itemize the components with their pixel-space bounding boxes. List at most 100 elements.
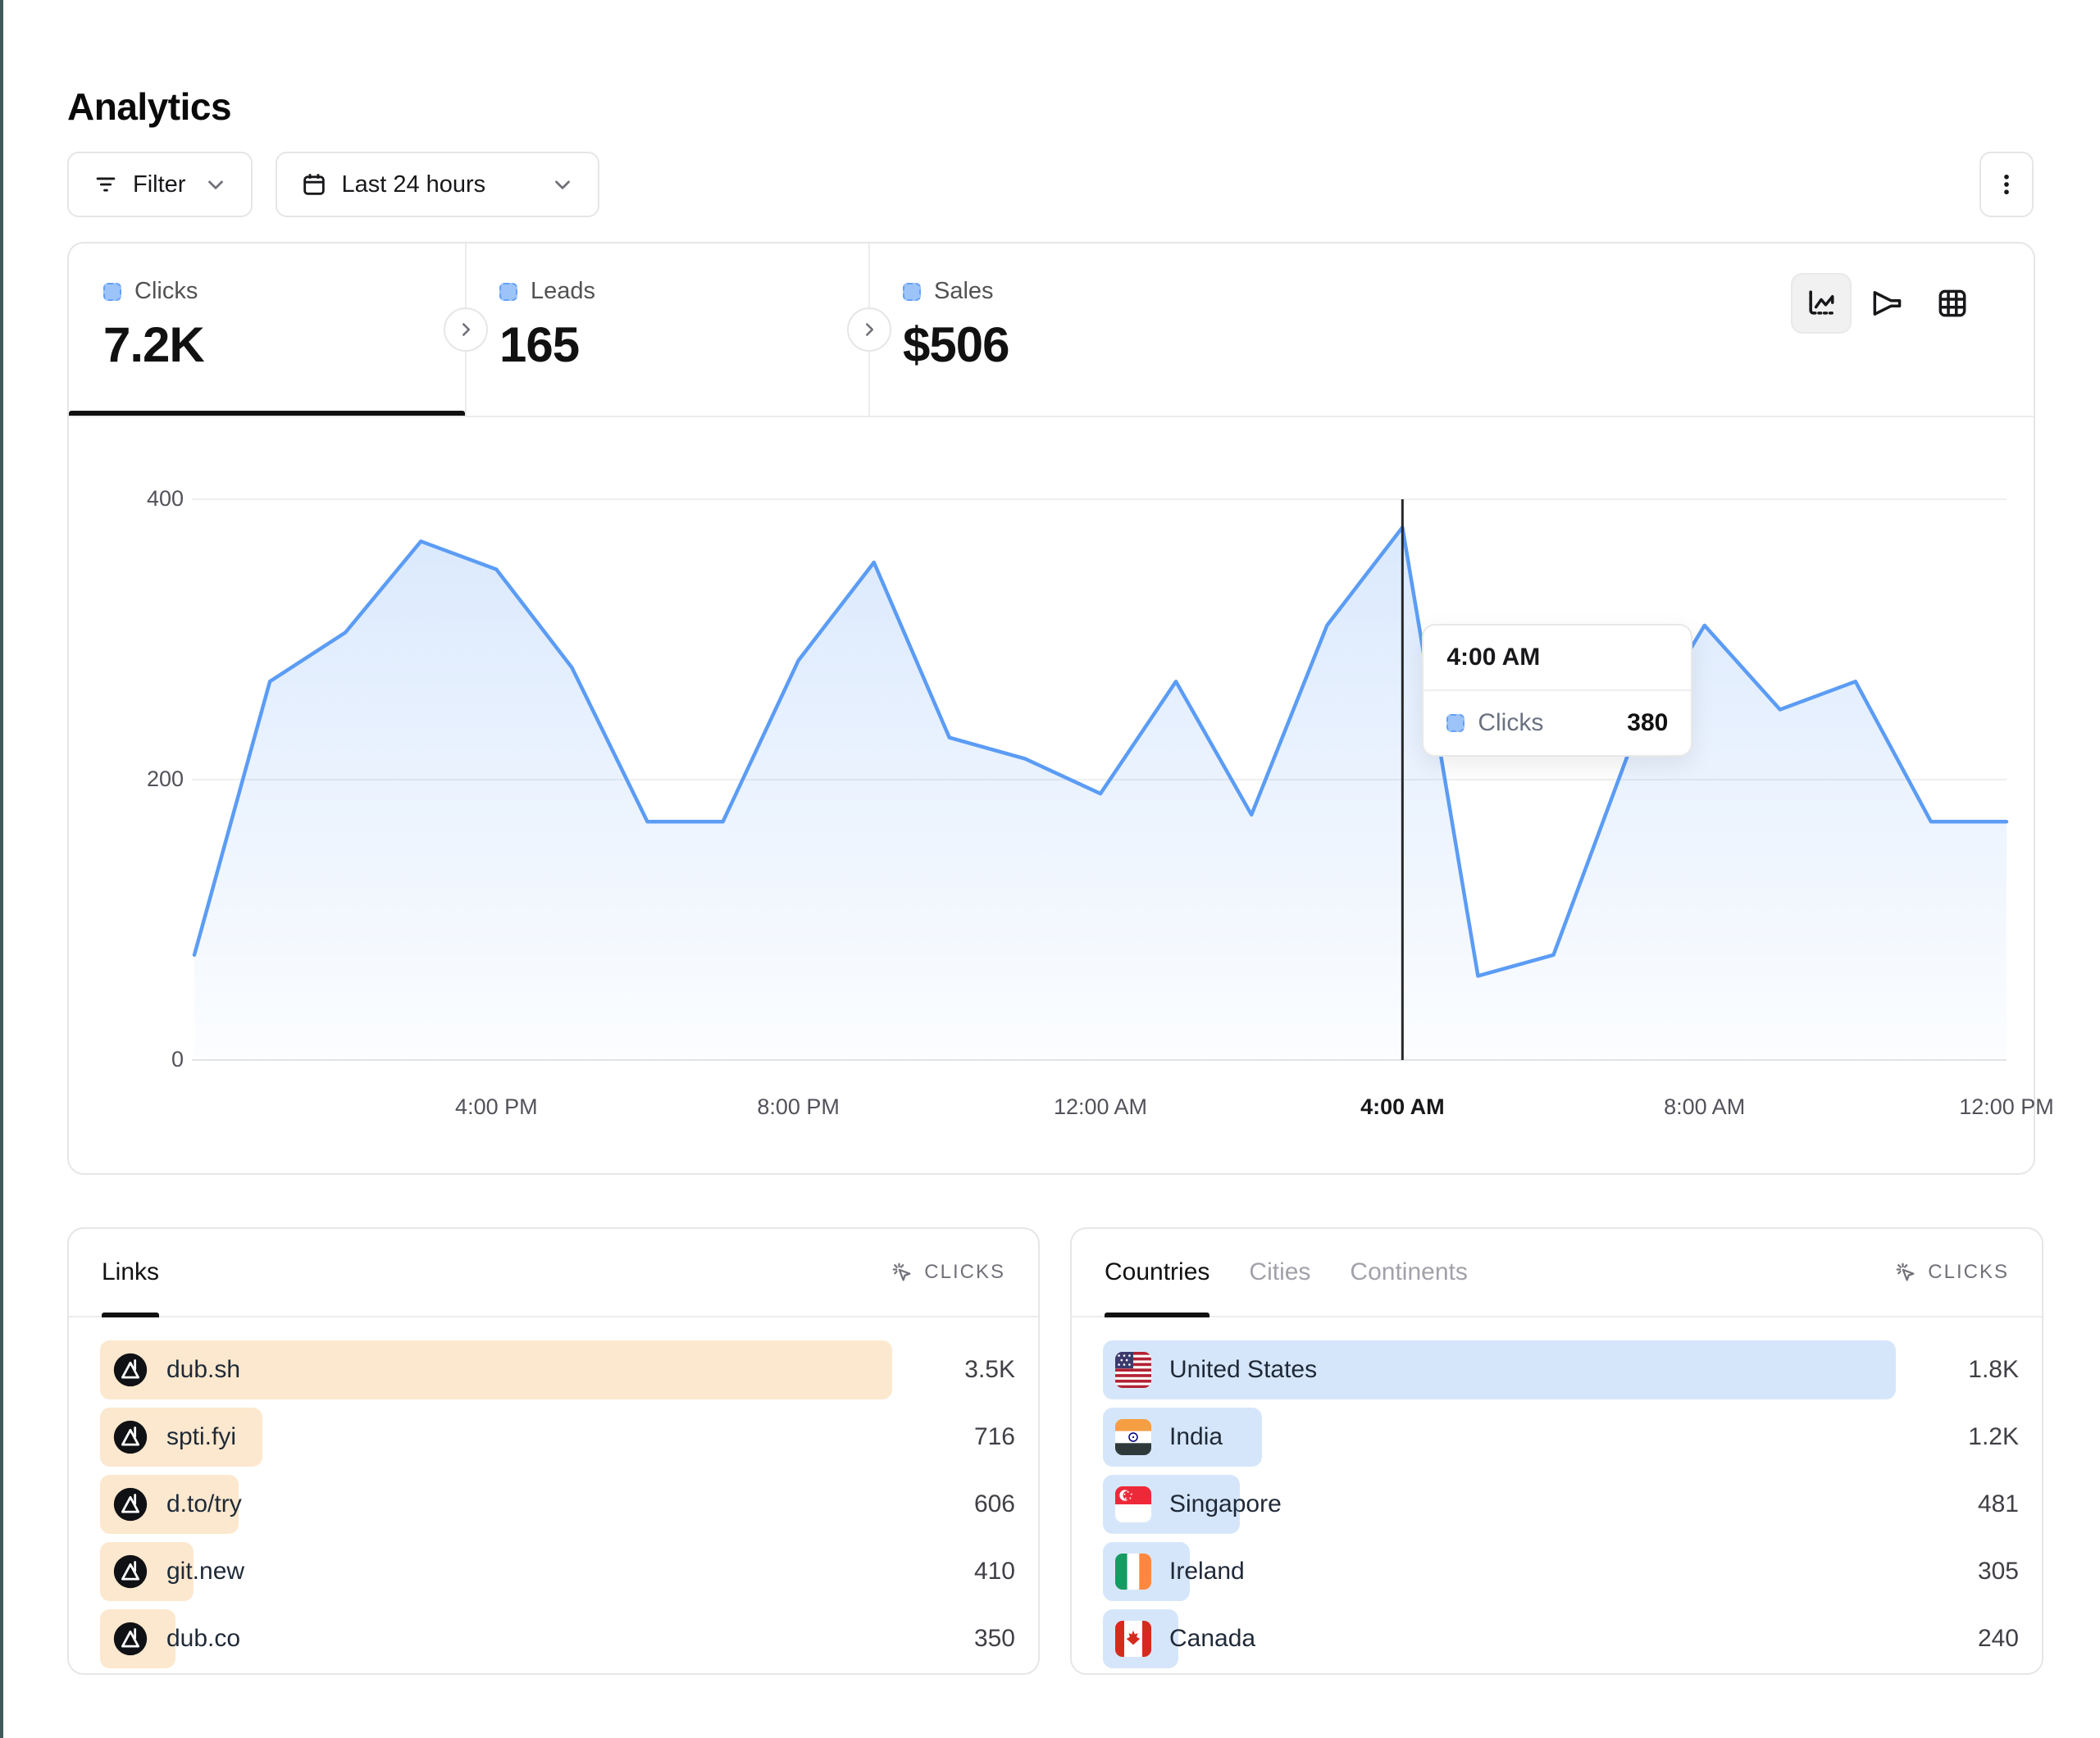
expand-clicks-button[interactable]	[444, 307, 488, 352]
links-panel: Links CLICKS dub.sh 3.5K spti.fyi 716 d.to/t…	[67, 1227, 1040, 1675]
x-axis-label: 8:00 AM	[1664, 1094, 1745, 1120]
funnel-chart-view-button[interactable]	[1856, 273, 1917, 334]
dub-logo-icon	[112, 1554, 148, 1590]
cursor-click-icon	[890, 1260, 914, 1285]
tab-continents[interactable]: Continents	[1350, 1229, 1467, 1316]
sales-legend-swatch	[903, 283, 921, 301]
links-metric-selector[interactable]: CLICKS	[890, 1260, 1005, 1285]
chevron-down-icon	[550, 172, 575, 197]
clicks-value: 1.2K	[1896, 1423, 2019, 1451]
country-label: Ireland	[1169, 1558, 1245, 1586]
line-chart-icon	[1803, 285, 1839, 321]
country-label: Canada	[1169, 1625, 1255, 1653]
cursor-click-icon	[1893, 1260, 1918, 1285]
country-label: India	[1169, 1423, 1223, 1451]
clicks-value: 716	[892, 1423, 1015, 1451]
clicks-value: 240	[1896, 1625, 2019, 1653]
list-item[interactable]: spti.fyi 716	[100, 1408, 1015, 1467]
us-flag-icon	[1115, 1352, 1151, 1388]
analytics-card: Clicks 7.2K Leads 165 Sales $506	[67, 242, 2035, 1175]
clicks-value: 3.5K	[892, 1356, 1015, 1384]
chart-view-toggles	[1791, 273, 1983, 334]
tooltip-time: 4:00 AM	[1424, 626, 1691, 691]
sg-flag-icon	[1115, 1486, 1151, 1522]
toolbar: Filter Last 24 hours	[67, 152, 599, 217]
geo-panel: Countries Cities Continents CLICKS Unite…	[1070, 1227, 2043, 1675]
x-axis-label: 8:00 PM	[757, 1094, 840, 1120]
chevron-down-icon	[203, 172, 228, 197]
page-title: Analytics	[67, 84, 231, 129]
chevron-right-icon	[859, 319, 880, 340]
filter-button-label: Filter	[133, 171, 185, 198]
leads-value-total: 165	[499, 316, 868, 373]
active-tab-underline	[69, 411, 465, 416]
clicks-legend-swatch	[1446, 714, 1465, 732]
dub-logo-icon	[112, 1486, 148, 1522]
more-menu-button[interactable]	[1979, 152, 2034, 217]
dub-logo-icon	[112, 1621, 148, 1657]
tooltip-value: 380	[1627, 709, 1668, 737]
filter-button[interactable]: Filter	[67, 152, 253, 217]
calendar-icon	[300, 171, 328, 198]
chart-canvas	[69, 417, 2034, 1173]
stat-label: Sales	[934, 278, 994, 305]
tab-links[interactable]: Links	[102, 1229, 159, 1316]
geo-metric-selector[interactable]: CLICKS	[1893, 1260, 2009, 1285]
stats-tabs-row: Clicks 7.2K Leads 165 Sales $506	[69, 243, 2034, 417]
y-axis-label: 200	[93, 767, 184, 792]
tooltip-series-label: Clicks	[1478, 709, 1543, 737]
dub-logo-icon	[112, 1419, 148, 1455]
filter-icon	[92, 171, 120, 198]
chart-tooltip: 4:00 AM Clicks 380	[1422, 624, 1692, 757]
list-item[interactable]: Singapore481	[1103, 1475, 2019, 1534]
x-axis-label: 12:00 AM	[1054, 1094, 1147, 1120]
tab-clicks[interactable]: Clicks 7.2K	[69, 243, 465, 416]
tab-cities[interactable]: Cities	[1249, 1229, 1310, 1316]
country-label: United States	[1169, 1356, 1317, 1384]
clicks-value: 1.8K	[1896, 1356, 2019, 1384]
clicks-value: 350	[892, 1625, 1015, 1653]
link-label: spti.fyi	[166, 1423, 236, 1451]
leads-legend-swatch	[499, 283, 517, 301]
list-item[interactable]: git.new 410	[100, 1542, 1015, 1601]
line-chart-view-button[interactable]	[1791, 273, 1852, 334]
ca-flag-icon	[1115, 1621, 1151, 1657]
tab-sales[interactable]: Sales $506	[868, 243, 1295, 416]
tab-countries[interactable]: Countries	[1105, 1229, 1209, 1316]
date-range-button[interactable]: Last 24 hours	[276, 152, 599, 217]
links-panel-header: Links CLICKS	[69, 1229, 1038, 1317]
list-item[interactable]: Canada 240	[1103, 1609, 2019, 1668]
list-item[interactable]: d.to/try606	[100, 1475, 1015, 1534]
table-view-button[interactable]	[1922, 273, 1983, 334]
x-axis-label: 12:00 PM	[1959, 1094, 2054, 1120]
link-label: dub.sh	[166, 1356, 240, 1384]
list-item[interactable]: dub.sh 3.5K	[100, 1340, 1015, 1399]
metric-label: CLICKS	[924, 1261, 1005, 1284]
clicks-time-series-chart[interactable]: 4:00 AM Clicks 380 02004004:00 PM8:00 PM…	[69, 417, 2034, 1173]
stat-label: Clicks	[134, 278, 198, 305]
y-axis-label: 0	[93, 1047, 184, 1072]
table-grid-icon	[1934, 285, 1970, 321]
stat-label: Leads	[531, 278, 595, 305]
clicks-value-total: 7.2K	[103, 316, 465, 373]
metric-label: CLICKS	[1928, 1261, 2009, 1284]
list-item[interactable]: Ireland 305	[1103, 1542, 2019, 1601]
kebab-menu-icon	[1993, 171, 2020, 198]
expand-leads-button[interactable]	[847, 307, 891, 352]
tab-leads[interactable]: Leads 165	[465, 243, 868, 416]
list-item[interactable]: India 1.2K	[1103, 1408, 2019, 1467]
date-range-label: Last 24 hours	[341, 171, 485, 198]
dub-logo-icon	[112, 1352, 148, 1388]
clicks-value: 305	[1896, 1558, 2019, 1586]
country-label: Singapore	[1169, 1490, 1282, 1518]
clicks-value: 606	[892, 1490, 1015, 1518]
funnel-chart-icon	[1869, 285, 1905, 321]
link-label: dub.co	[166, 1625, 240, 1653]
list-item[interactable]: dub.co 350	[100, 1609, 1015, 1668]
list-item[interactable]: United States 1.8K	[1103, 1340, 2019, 1399]
chevron-right-icon	[455, 319, 476, 340]
link-label: git.new	[166, 1558, 244, 1586]
sales-value-total: $506	[903, 316, 1295, 373]
clicks-value: 410	[892, 1558, 1015, 1586]
x-axis-label: 4:00 PM	[455, 1094, 538, 1120]
